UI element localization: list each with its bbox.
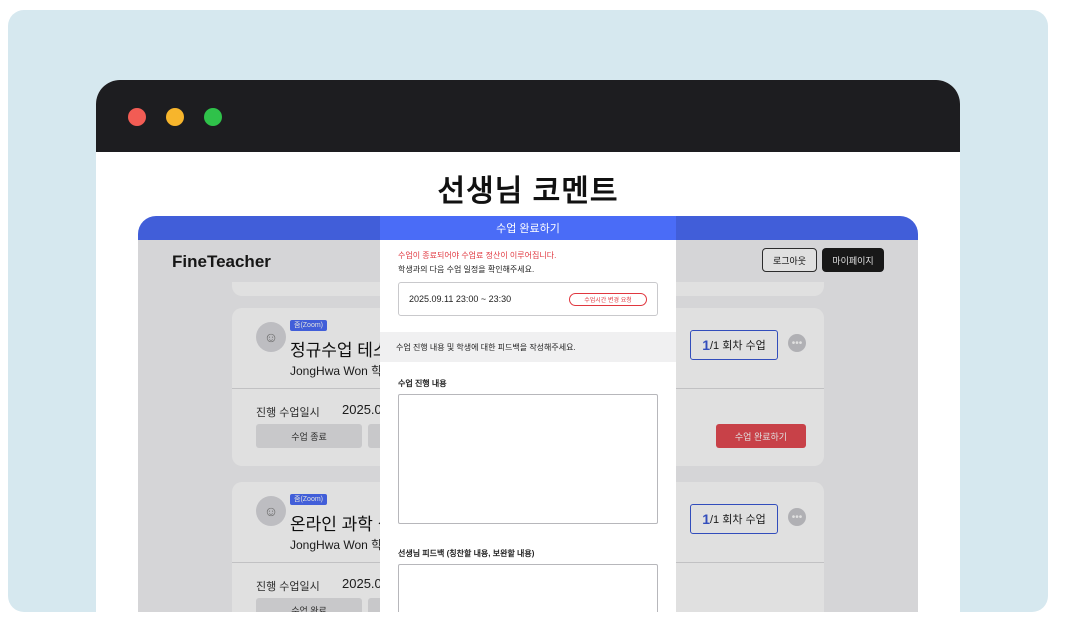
feedback-textarea[interactable] (398, 564, 658, 612)
maximize-window-dot[interactable] (204, 108, 222, 126)
minimize-window-dot[interactable] (166, 108, 184, 126)
next-schedule-box: 2025.09.11 23:00 ~ 23:30 수업시간 변경 요청 (398, 282, 658, 316)
background-panel: 선생님 코멘트 FineTeacher 로그아웃 마이페이지 ☺ 줌(Zoom)… (8, 10, 1048, 612)
app-screenshot: FineTeacher 로그아웃 마이페이지 ☺ 줌(Zoom) 정규수업 테스… (138, 216, 918, 612)
complete-class-modal: 수업 완료하기 수업이 종료되어야 수업료 정산이 이루어집니다. 학생과의 다… (380, 216, 676, 612)
browser-window: 선생님 코멘트 FineTeacher 로그아웃 마이페이지 ☺ 줌(Zoom)… (96, 80, 960, 612)
close-window-dot[interactable] (128, 108, 146, 126)
page-heading: 선생님 코멘트 (437, 175, 619, 208)
window-titlebar (96, 80, 960, 152)
settlement-warning: 수업이 종료되어야 수업료 정산이 이루어집니다. (398, 251, 557, 260)
progress-label: 수업 진행 내용 (398, 379, 447, 388)
feedback-prompt: 수업 진행 내용 및 학생에 대한 피드백을 작성해주세요. (396, 343, 576, 352)
feedback-prompt-band: 수업 진행 내용 및 학생에 대한 피드백을 작성해주세요. (380, 332, 676, 362)
progress-textarea[interactable] (398, 394, 658, 524)
next-schedule-time: 2025.09.11 23:00 ~ 23:30 (409, 294, 512, 304)
change-time-request-button[interactable]: 수업시간 변경 요청 (569, 293, 647, 306)
modal-title: 수업 완료하기 (380, 216, 676, 240)
feedback-label: 선생님 피드백 (칭찬할 내용, 보완할 내용) (398, 549, 535, 558)
schedule-instruction: 학생과의 다음 수업 일정을 확인해주세요. (398, 265, 535, 274)
